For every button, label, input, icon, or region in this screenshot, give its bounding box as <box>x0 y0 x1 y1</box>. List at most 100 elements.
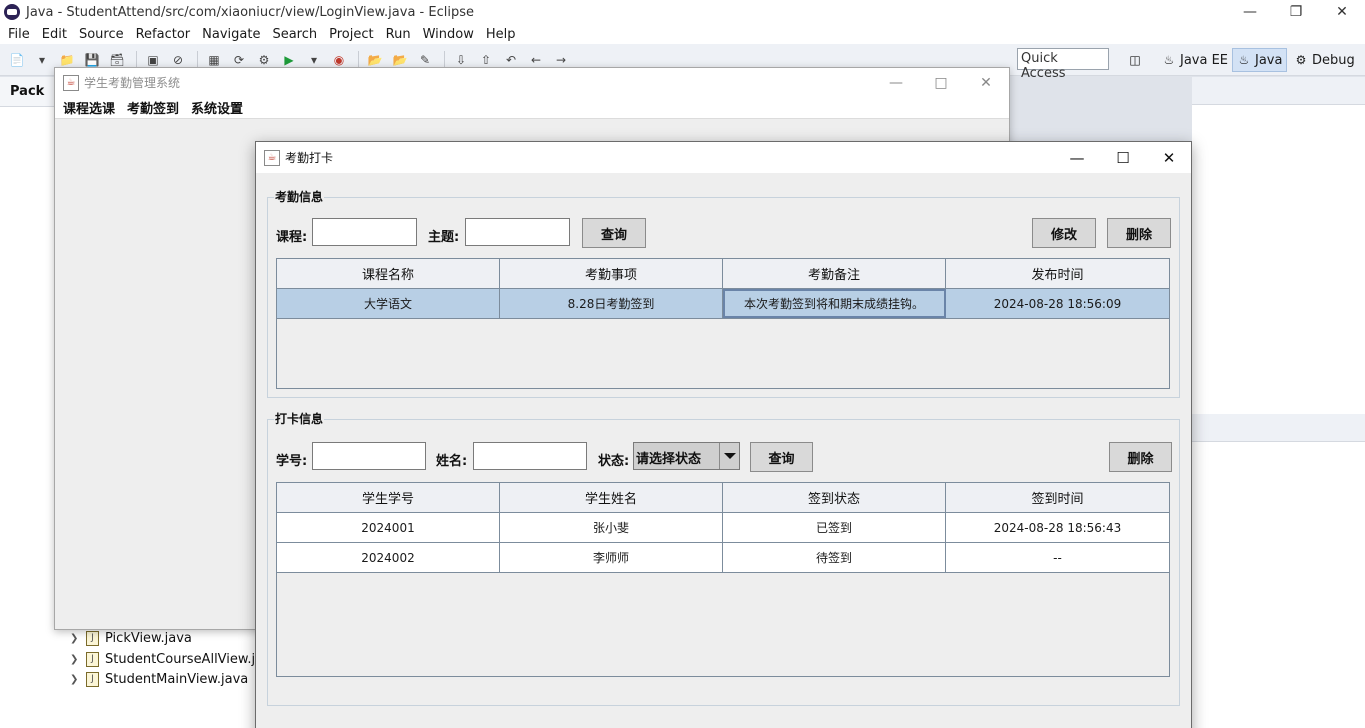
chevron-right-icon: ❯ <box>70 673 79 685</box>
perspective-debug[interactable]: ⚙ Debug <box>1290 48 1359 72</box>
table-cell[interactable]: 2024-08-28 18:56:09 <box>946 289 1169 318</box>
checkin-delete-button[interactable]: 删除 <box>1109 442 1172 472</box>
debug-perspective-icon: ⚙ <box>1295 53 1307 67</box>
toolbar-separator <box>136 50 137 69</box>
menu-run[interactable]: Run <box>380 27 417 42</box>
table-cell[interactable]: 8.28日考勤签到 <box>500 289 723 318</box>
dialog-maximize-button[interactable]: ☐ <box>1100 142 1146 173</box>
checkin-info-title: 打卡信息 <box>274 410 325 427</box>
column-header[interactable]: 签到状态 <box>723 483 946 512</box>
java-file-icon: J <box>86 671 99 687</box>
menu-edit[interactable]: Edit <box>36 27 73 42</box>
checkin-query-button[interactable]: 查询 <box>750 442 813 472</box>
table-cell[interactable]: -- <box>946 543 1169 572</box>
menu-course-selection[interactable]: 课程选课 <box>57 98 121 117</box>
student-no-label: 学号: <box>276 454 308 469</box>
eclipse-window-title: Java - StudentAttend/src/com/xiaoniucr/v… <box>26 4 474 20</box>
course-input[interactable] <box>312 218 417 246</box>
menu-attendance-checkin[interactable]: 考勤签到 <box>121 98 185 117</box>
course-label: 课程: <box>276 230 308 245</box>
package-explorer-label: Pack <box>10 84 45 99</box>
java-perspective-icon: ♨ <box>1238 53 1250 67</box>
tree-item[interactable]: ❯ J StudentMainView.java <box>70 669 248 689</box>
java-file-icon: J <box>86 651 99 667</box>
column-header[interactable]: 学生学号 <box>277 483 500 512</box>
name-input[interactable] <box>473 442 587 470</box>
menu-refactor[interactable]: Refactor <box>130 27 197 42</box>
table-cell[interactable]: 2024001 <box>277 513 500 542</box>
toolbar-separator <box>444 50 445 69</box>
new-icon[interactable]: 📄 <box>6 50 28 70</box>
toolbar-separator <box>197 50 198 69</box>
menu-project[interactable]: Project <box>323 27 379 42</box>
table-cell[interactable]: 李师师 <box>500 543 723 572</box>
chevron-right-icon: ❯ <box>70 653 79 665</box>
java-file-icon: J <box>86 630 99 646</box>
dialog-title: 考勤打卡 <box>285 151 334 165</box>
tree-item[interactable]: ❯ J StudentCourseAllView.java <box>70 649 279 669</box>
editor-tab-band <box>1192 77 1365 105</box>
table-row[interactable]: 大学语文 8.28日考勤签到 本次考勤签到将和期末成绩挂钩。 2024-08-2… <box>277 289 1169 319</box>
tree-item[interactable]: ❯ J PickView.java <box>70 628 192 648</box>
column-header[interactable]: 学生姓名 <box>500 483 723 512</box>
table-cell[interactable]: 2024002 <box>277 543 500 572</box>
main-maximize-button[interactable]: □ <box>918 68 964 97</box>
table-row[interactable]: 2024002 李师师 待签到 -- <box>277 543 1169 573</box>
eclipse-menu-bar: File Edit Source Refactor Navigate Searc… <box>0 24 1365 44</box>
chevron-right-icon: ❯ <box>70 632 79 644</box>
open-perspective-icon: ◫ <box>1129 53 1141 67</box>
attendance-dialog: ☕ 考勤打卡 — ☐ ✕ 考勤信息 课程: 主题: 查询 修改 删除 课程名称 … <box>255 141 1192 728</box>
dialog-title-bar: ☕ 考勤打卡 — ☐ ✕ <box>256 142 1191 173</box>
column-header[interactable]: 考勤事项 <box>500 259 723 288</box>
main-minimize-button[interactable]: — <box>873 68 919 97</box>
eclipse-restore-button[interactable]: ❐ <box>1273 0 1319 24</box>
table-cell[interactable]: 大学语文 <box>277 289 500 318</box>
attendance-query-button[interactable]: 查询 <box>582 218 646 248</box>
name-label: 姓名: <box>436 454 468 469</box>
menu-file[interactable]: File <box>2 27 36 42</box>
perspective-java-ee[interactable]: ♨ Java EE <box>1158 48 1232 72</box>
column-header[interactable]: 发布时间 <box>946 259 1169 288</box>
attendance-edit-button[interactable]: 修改 <box>1032 218 1096 248</box>
dialog-minimize-button[interactable]: — <box>1054 142 1100 173</box>
quick-access-input[interactable]: Quick Access <box>1017 48 1109 81</box>
attendance-delete-button[interactable]: 删除 <box>1107 218 1171 248</box>
table-cell[interactable]: 本次考勤签到将和期末成绩挂钩。 <box>723 289 946 318</box>
eclipse-minimize-button[interactable]: — <box>1227 0 1273 24</box>
menu-search[interactable]: Search <box>266 27 323 42</box>
topic-input[interactable] <box>465 218 570 246</box>
open-perspective-button[interactable]: ◫ <box>1124 48 1150 72</box>
menu-help[interactable]: Help <box>480 27 522 42</box>
table-row[interactable]: 2024001 张小斐 已签到 2024-08-28 18:56:43 <box>277 513 1169 543</box>
java-cup-icon: ☕ <box>63 74 79 91</box>
table-cell[interactable]: 张小斐 <box>500 513 723 542</box>
perspective-java[interactable]: ♨ Java <box>1232 48 1288 72</box>
main-window-title-bar: ☕ 学生考勤管理系统 — □ ✕ <box>55 68 1009 97</box>
dialog-close-button[interactable]: ✕ <box>1146 142 1192 173</box>
eclipse-logo-icon <box>4 4 20 20</box>
main-close-button[interactable]: ✕ <box>963 68 1009 97</box>
column-header[interactable]: 考勤备注 <box>723 259 946 288</box>
checkin-table-header: 学生学号 学生姓名 签到状态 签到时间 <box>277 483 1169 513</box>
new-dropdown-icon[interactable]: ▾ <box>31 50 53 70</box>
console-tab-band <box>1192 414 1365 442</box>
table-cell[interactable]: 待签到 <box>723 543 946 572</box>
main-menu-bar: 课程选课 考勤签到 系统设置 <box>55 97 1009 119</box>
student-no-input[interactable] <box>312 442 426 470</box>
status-select[interactable]: 请选择状态 <box>633 442 740 470</box>
chevron-down-icon[interactable] <box>719 443 739 469</box>
attendance-table: 课程名称 考勤事项 考勤备注 发布时间 大学语文 8.28日考勤签到 本次考勤签… <box>276 258 1170 389</box>
java-ee-icon: ♨ <box>1163 53 1175 67</box>
column-header[interactable]: 签到时间 <box>946 483 1169 512</box>
menu-system-settings[interactable]: 系统设置 <box>185 98 249 117</box>
eclipse-close-button[interactable]: ✕ <box>1319 0 1365 24</box>
table-cell[interactable]: 已签到 <box>723 513 946 542</box>
menu-navigate[interactable]: Navigate <box>196 27 266 42</box>
attendance-table-header: 课程名称 考勤事项 考勤备注 发布时间 <box>277 259 1169 289</box>
checkin-table: 学生学号 学生姓名 签到状态 签到时间 2024001 张小斐 已签到 2024… <box>276 482 1170 677</box>
column-header[interactable]: 课程名称 <box>277 259 500 288</box>
java-cup-icon: ☕ <box>264 149 280 166</box>
table-cell[interactable]: 2024-08-28 18:56:43 <box>946 513 1169 542</box>
menu-window[interactable]: Window <box>417 27 480 42</box>
menu-source[interactable]: Source <box>73 27 130 42</box>
